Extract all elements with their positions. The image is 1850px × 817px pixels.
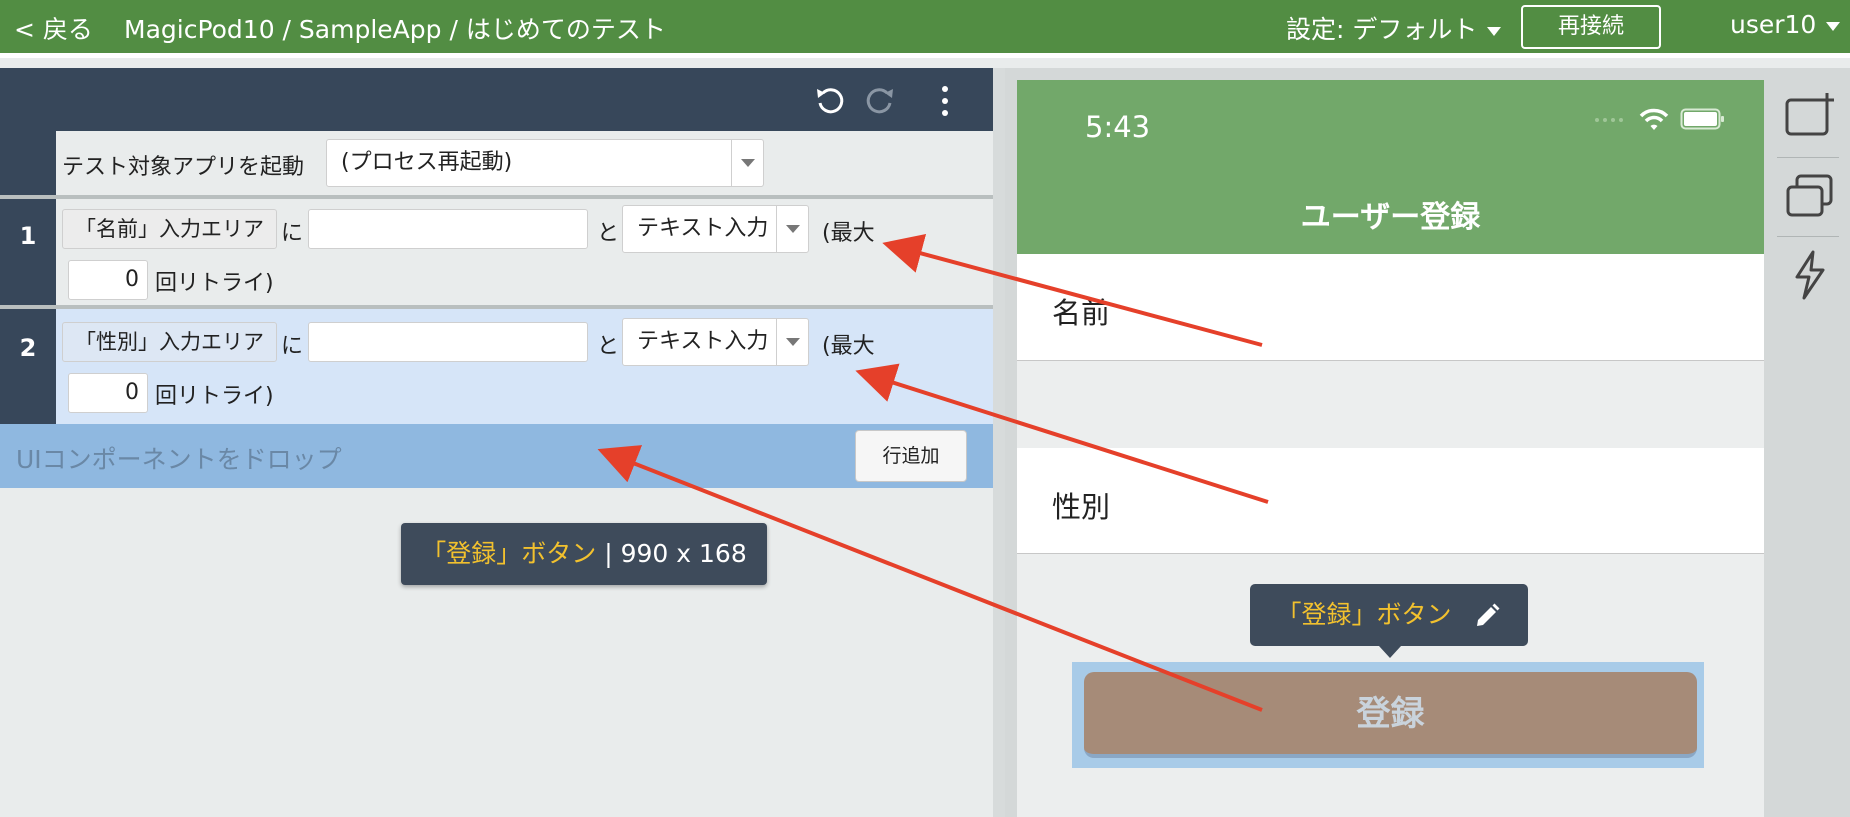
particle-ni: に — [281, 221, 304, 246]
action-value: テキスト入力 — [637, 329, 769, 354]
status-time: 5:43 — [1085, 110, 1151, 144]
particle-ni: に — [281, 334, 304, 359]
step-number-1: 1 — [0, 199, 56, 305]
retry-label: 回リトライ) — [155, 384, 274, 409]
launch-row[interactable]: テスト対象アプリを起動 (プロセス再起動) — [56, 131, 993, 195]
register-button[interactable]: 登録 — [1084, 672, 1697, 758]
wifi-icon — [1639, 108, 1669, 130]
gender-field[interactable]: 性別 — [1017, 448, 1764, 554]
settings-label: 設定: デフォルト — [1286, 15, 1478, 44]
retry-count-input[interactable]: 0 — [68, 373, 148, 413]
action-value: テキスト入力 — [637, 216, 769, 241]
step-element-chip[interactable]: 「性別」入力エリア — [62, 322, 277, 362]
retry-label: 回リトライ) — [155, 271, 274, 296]
app-header: 5:43 ユーザー登録 — [1017, 80, 1764, 254]
battery-icon — [1680, 108, 1724, 130]
launch-label: テスト対象アプリを起動 — [62, 155, 305, 180]
drag-size-tooltip: 「登録」ボタン | 990 x 168 — [401, 523, 767, 585]
undo-icon[interactable] — [813, 84, 847, 118]
max-label: (最大 — [822, 334, 875, 359]
signal-icon — [1595, 118, 1623, 122]
pencil-icon[interactable] — [1473, 602, 1501, 630]
redo-icon[interactable] — [863, 84, 897, 118]
launch-row-gutter — [0, 131, 56, 195]
device-screen[interactable]: 5:43 ユーザー登録 名前 性別 「登録」ボタン 登録 — [1017, 80, 1764, 817]
top-bar: < 戻る MagicPod10 / SampleApp / はじめてのテスト 設… — [0, 0, 1850, 53]
pane-divider[interactable] — [993, 68, 1005, 817]
element-tooltip-label: 「登録」ボタン — [1276, 600, 1452, 629]
retry-count-input[interactable]: 0 — [68, 260, 148, 300]
reconnect-button[interactable]: 再接続 — [1521, 5, 1661, 49]
header-divider — [0, 53, 1850, 58]
action-select[interactable]: テキスト入力 — [622, 205, 809, 253]
screen-title: ユーザー登録 — [1300, 200, 1481, 235]
new-window-icon[interactable] — [1783, 90, 1837, 144]
add-row-button[interactable]: 行追加 — [855, 430, 967, 482]
more-menu-icon[interactable] — [928, 84, 962, 118]
action-select[interactable]: テキスト入力 — [622, 318, 809, 366]
max-label: (最大 — [822, 221, 875, 246]
settings-dropdown[interactable]: 設定: デフォルト — [1286, 10, 1502, 46]
text-value-input[interactable] — [308, 209, 588, 249]
launch-option-select[interactable]: (プロセス再起動) — [326, 139, 764, 187]
step-row-1[interactable]: 「名前」入力エリア に と テキスト入力 (最大 0 回リトライ) — [56, 199, 993, 305]
dropdown-arrow-icon — [731, 140, 763, 186]
breadcrumb: MagicPod10 / SampleApp / はじめてのテスト — [124, 15, 666, 44]
tool-divider — [1777, 157, 1839, 158]
gender-field-label: 性別 — [1052, 490, 1111, 524]
tooltip-element-name: 「登録」ボタン — [421, 539, 597, 568]
windows-icon[interactable] — [1783, 170, 1837, 224]
step-number-2: 2 — [0, 309, 56, 424]
chevron-down-icon — [1826, 21, 1841, 31]
tool-divider — [1777, 236, 1839, 237]
name-field[interactable]: 名前 — [1017, 254, 1764, 361]
user-menu[interactable]: user10 — [1730, 10, 1841, 39]
tooltip-element-size: | 990 x 168 — [596, 539, 747, 568]
launch-option-value: (プロセス再起動) — [341, 150, 513, 175]
editor-toolbar — [0, 68, 993, 131]
dropdown-arrow-icon — [776, 319, 808, 365]
chevron-down-icon — [1487, 26, 1502, 36]
name-field-label: 名前 — [1052, 296, 1111, 330]
step-row-2[interactable]: 「性別」入力エリア に と テキスト入力 (最大 0 回リトライ) — [56, 309, 993, 424]
device-tool-strip — [1765, 68, 1850, 817]
particle-to: と — [597, 334, 620, 359]
user-name: user10 — [1730, 10, 1817, 39]
lightning-icon[interactable] — [1783, 248, 1837, 302]
drop-zone-label: UIコンポーネントをドロップ — [16, 445, 342, 474]
device-pane: 5:43 ユーザー登録 名前 性別 「登録」ボタン 登録 — [1005, 68, 1850, 817]
back-link[interactable]: < 戻る — [14, 10, 93, 46]
step-element-chip[interactable]: 「名前」入力エリア — [62, 209, 277, 249]
element-tooltip[interactable]: 「登録」ボタン — [1250, 584, 1528, 658]
text-value-input[interactable] — [308, 322, 588, 362]
particle-to: と — [597, 221, 620, 246]
test-editor: テスト対象アプリを起動 (プロセス再起動) 1 「名前」入力エリア に と テキ… — [0, 68, 993, 817]
dropdown-arrow-icon — [776, 206, 808, 252]
component-drop-zone[interactable]: UIコンポーネントをドロップ 行追加 — [0, 424, 993, 488]
